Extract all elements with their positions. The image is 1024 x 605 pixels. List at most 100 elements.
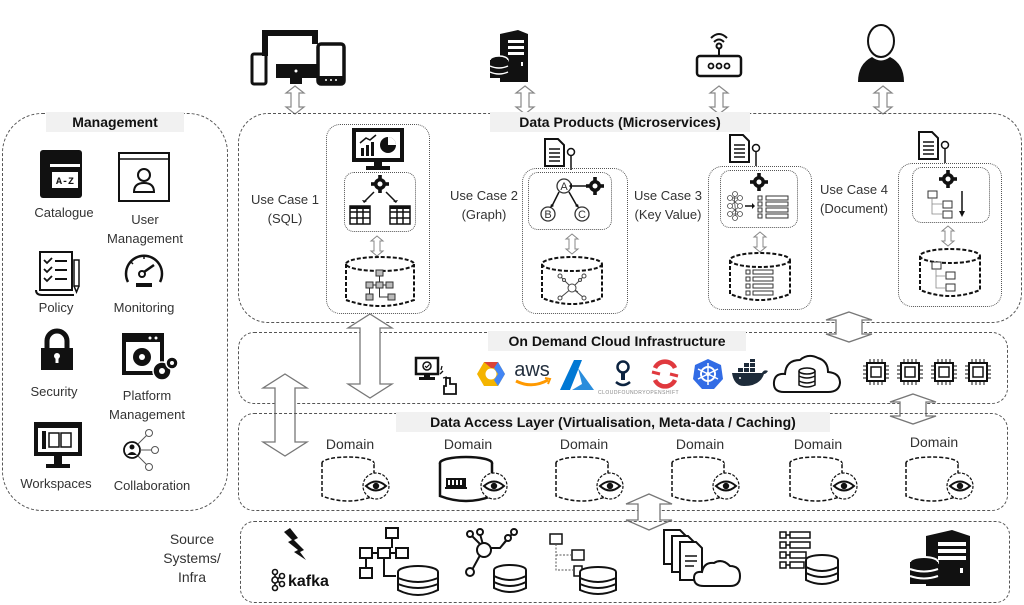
server-database-icon	[489, 30, 528, 82]
analytics-dashboard-icon	[352, 128, 404, 170]
management-item-label: Platform Management	[100, 386, 194, 424]
api-document-icon	[544, 138, 576, 170]
large-bidirectional-arrow	[345, 313, 395, 399]
cpu-chip-icon	[863, 359, 889, 385]
aws-logo: aws	[514, 359, 552, 387]
source-label-line: Source	[169, 531, 215, 547]
gear-icon	[750, 173, 768, 191]
domain-database-icon	[789, 456, 858, 502]
user-window-icon	[118, 152, 170, 202]
self-service-icon	[414, 356, 457, 395]
use-case-type: (Document)	[820, 201, 888, 216]
domain-database-icon	[671, 456, 740, 502]
api-document-icon	[918, 131, 950, 163]
key-value-database-icon	[729, 252, 791, 301]
use-case-name: Use Case 4	[820, 182, 888, 197]
bidirectional-arrow-icon	[369, 235, 385, 257]
use-case-type: (Key Value)	[634, 207, 702, 222]
bidirectional-arrow-icon	[564, 233, 580, 255]
compute-chips	[862, 358, 1002, 386]
bidirectional-arrow-icon	[284, 85, 306, 115]
bidirectional-arrow-icon	[752, 231, 768, 253]
gear-icon	[371, 175, 389, 193]
management-item-label: Catalogue	[34, 205, 94, 220]
gear-icon	[939, 170, 957, 188]
gear-icon	[586, 177, 604, 195]
svg-text:aws: aws	[514, 359, 550, 381]
docker-logo	[732, 359, 768, 386]
domain-label: Domain	[559, 436, 609, 452]
platform-management-label: Platform Management	[109, 388, 185, 422]
source-label-line: Infra	[177, 569, 206, 585]
graph-node-c: C	[578, 209, 586, 221]
management-item-label: Monitoring	[113, 300, 175, 315]
multi-device-icon	[250, 30, 346, 86]
catalogue-book-icon: A-Z	[40, 150, 82, 198]
cache-domain-database-icon	[438, 455, 508, 503]
user-management-label: User Management	[107, 212, 183, 246]
management-title: Management	[46, 112, 184, 132]
use-case-label: Use Case 4 (Document)	[814, 180, 894, 218]
relational-database-icon	[345, 256, 415, 307]
data-access-layer-title: Data Access Layer (Virtualisation, Meta-…	[396, 412, 830, 432]
use-case-label: Use Case 1 (SQL)	[246, 190, 324, 228]
domain-label: Domain	[909, 434, 959, 450]
azure-logo	[560, 360, 594, 390]
gauge-icon	[124, 254, 164, 287]
graph-node-b: B	[544, 209, 551, 221]
workspace-monitor-icon	[34, 422, 82, 468]
policy-checklist-icon	[35, 251, 80, 296]
use-case-label: Use Case 3 (Key Value)	[628, 186, 708, 224]
domain-label: Domain	[793, 436, 843, 452]
openshift-text: OPENSHIFT	[646, 390, 680, 396]
bidirectional-arrow-icon	[514, 85, 536, 115]
bidirectional-arrow-icon	[940, 225, 956, 247]
padlock-icon	[41, 328, 73, 370]
management-item-label: Workspaces	[20, 476, 92, 491]
use-case-label: Use Case 2 (Graph)	[446, 186, 522, 224]
domain-database-icon	[321, 456, 390, 502]
use-case-name: Use Case 1	[251, 192, 319, 207]
openshift-logo	[651, 359, 679, 389]
cloud-infrastructure-title: On Demand Cloud Infrastructure	[488, 331, 746, 351]
neural-network-icon	[727, 191, 743, 221]
cloud-foundry-logo	[615, 360, 631, 387]
domain-label: Domain	[325, 436, 375, 452]
router-wifi-icon	[695, 33, 743, 78]
large-bidirectional-arrow	[825, 311, 873, 343]
hierarchical-source-icon	[549, 533, 617, 595]
cpu-chip-icon	[965, 359, 991, 385]
documents-cloud-icon	[663, 529, 742, 587]
source-label-line: Systems/	[163, 550, 221, 566]
management-item-label: Security	[30, 384, 78, 399]
svg-text:A-Z: A-Z	[56, 177, 74, 188]
domain-database-icon	[905, 456, 974, 502]
bidirectional-arrow-icon	[872, 85, 894, 115]
domain-label: Domain	[443, 436, 493, 452]
domain-database-icon	[555, 456, 624, 502]
relational-source-icon	[359, 527, 439, 596]
platform-gears-icon	[122, 333, 179, 381]
graph-node-a: A	[560, 181, 568, 193]
source-systems-label: Source Systems/ Infra	[152, 530, 232, 587]
svg-text:kafka: kafka	[288, 573, 329, 590]
domain-label: Domain	[675, 436, 725, 452]
management-item-label: User Management	[100, 210, 190, 248]
cloud-storage-icon	[772, 354, 842, 393]
data-products-title: Data Products (Microservices)	[490, 112, 750, 132]
key-value-engine-diagram	[727, 173, 789, 221]
user-silhouette-icon	[858, 24, 904, 82]
sql-engine-diagram	[349, 175, 411, 225]
graph-database-icon	[541, 256, 603, 305]
management-item-label: Collaboration	[113, 478, 191, 493]
cpu-chip-icon	[931, 359, 957, 385]
api-document-icon	[729, 134, 761, 166]
bidirectional-arrow-icon	[708, 85, 730, 115]
server-database-source-icon	[909, 530, 970, 586]
cloud-foundry-text: CLOUDFOUNDRY	[598, 390, 647, 396]
graph-engine-diagram: A B C	[540, 177, 604, 222]
cpu-chip-icon	[897, 359, 923, 385]
use-case-type: (Graph)	[461, 207, 507, 222]
use-case-type: (SQL)	[267, 211, 303, 226]
collaboration-network-icon	[123, 429, 159, 471]
